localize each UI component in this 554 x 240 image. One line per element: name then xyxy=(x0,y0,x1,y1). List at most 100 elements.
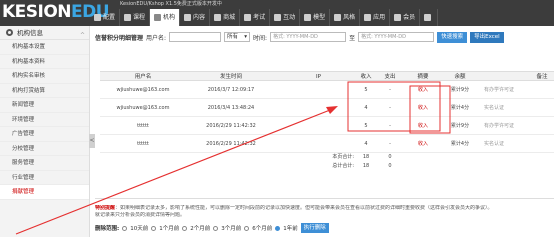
cart-icon xyxy=(214,14,222,21)
brush-icon xyxy=(334,14,342,21)
version-note: KesionEDU/Kshop X1.5免费正式版本开发中 xyxy=(120,1,222,7)
cell-username: tttttt xyxy=(137,141,149,147)
delete-range-label: 删除范围: xyxy=(95,226,120,232)
credit-detail-table: 用户名 发生时间 IP 收入 支出 摘要 余额 备注 wjiushuwe@163… xyxy=(100,71,554,171)
sidebar-item-6[interactable]: 广告管理 xyxy=(0,127,89,142)
end-date-input[interactable]: 格式: YYYY-MM-DD xyxy=(358,32,435,42)
cell-time: 2016/3/7 12:09:17 xyxy=(207,87,255,93)
nav-item-4[interactable]: 商城 xyxy=(210,9,241,26)
grand-total-expense: 0 xyxy=(388,163,392,169)
top-bar: KESIONEDU KesionEDU/Kshop X1.5免费正式版本开发中 … xyxy=(0,0,554,26)
cell-income: 5 xyxy=(364,87,368,93)
sidebar-item-0[interactable]: 机构基本设置 xyxy=(0,40,89,55)
username-input[interactable] xyxy=(169,32,222,42)
delete-range-radio[interactable] xyxy=(244,225,250,231)
delete-range-radio[interactable] xyxy=(122,225,128,231)
cell-time: 2016/2/29 11:42:32 xyxy=(206,141,256,147)
nav-item-2[interactable]: 机构 xyxy=(150,9,181,26)
cell-username: tttttt xyxy=(137,123,149,129)
cell-balance: 累计9分 xyxy=(450,123,470,129)
table-row: wjiushuwe@163.com 2016/3/7 12:09:17 5 - 收入 累计… xyxy=(100,81,554,99)
execute-delete-button[interactable]: 执行删除 xyxy=(300,223,329,233)
chat-icon xyxy=(274,14,282,21)
cell-balance: 累计4分 xyxy=(450,141,470,147)
sidebar-item-2[interactable]: 机构实名审核 xyxy=(0,69,89,84)
type-select[interactable]: 所有 ▾ xyxy=(224,32,251,42)
chevron-down-icon: ▾ xyxy=(244,34,248,40)
nav-item-label: 机构 xyxy=(163,14,176,21)
tip-body: ：如果明细表记录太多，影响了系统性能，可以删除一定时间段前的记录以加快速度。但可… xyxy=(115,205,493,211)
sidebar-item-7[interactable]: 分校管理 xyxy=(0,142,89,156)
cell-balance: 累计4分 xyxy=(450,105,470,111)
delete-range-radio[interactable] xyxy=(275,225,281,231)
cell-income: 5 xyxy=(364,123,368,129)
time-label: 时间: xyxy=(253,34,268,42)
bottom-panel: 特别提醒：如果明细表记录太多，影响了系统性能，可以删除一定时间段前的记录以加快速… xyxy=(95,198,554,237)
page-total-expense: 0 xyxy=(388,154,392,160)
table-header: 用户名 发生时间 IP 收入 支出 摘要 余额 备注 xyxy=(100,71,554,81)
filter-bar: 信誉积分明细管理 用户名: 所有 ▾ 时间: 格式: YYYY-MM-DD 至 格… xyxy=(95,30,554,44)
delete-range-radio[interactable] xyxy=(213,225,219,231)
grand-total-income: 18 xyxy=(362,163,370,169)
nav-item-label: 互动 xyxy=(283,14,296,21)
tip-text-2: 就记录来只分析会员的消费详情等问题。 xyxy=(95,212,186,218)
sidebar-item-10[interactable]: 捐献管理 xyxy=(0,185,89,200)
cell-expense: - xyxy=(389,87,391,93)
logo-text: KESION xyxy=(2,2,72,22)
doc-icon xyxy=(184,14,192,21)
nav-item-1[interactable]: 课程 xyxy=(120,9,151,26)
nav-item-3[interactable]: 内容 xyxy=(180,9,211,26)
grid-icon xyxy=(304,14,312,21)
delete-range-option-label: 1个月前 xyxy=(159,226,180,232)
nav-item-label: 模型 xyxy=(313,14,326,21)
cell-remark: 实名认证 xyxy=(484,141,505,147)
sidebar-item-4[interactable]: 新闻管理 xyxy=(0,98,89,113)
cell-income: 4 xyxy=(364,141,368,147)
cell-summary: 收入 xyxy=(417,141,428,147)
cell-expense: - xyxy=(389,141,391,147)
page-total-label: 本页合计: xyxy=(332,154,354,160)
sidebar-menu: 机构基本设置 机构基本资料 机构实名审核 机构打赏结算 新闻管理 环境管理 广告管理 分校管理… xyxy=(0,40,89,200)
sidebar: 机构信息 ^ 机构基本设置 机构基本资料 机构实名审核 机构打赏结算 新闻管理 环境管理广… xyxy=(0,26,90,237)
cell-balance: 累计9分 xyxy=(450,87,470,93)
tip-label: 特别提醒 xyxy=(95,205,116,211)
grand-total-label: 总计合计: xyxy=(332,163,354,169)
table-row: tttttt 2016/2/29 11:42:32 4 - 收入 累计4分 实名认证 xyxy=(100,135,554,153)
cell-remark: 有办学许可证 xyxy=(484,87,515,93)
collapse-icon[interactable]: ^ xyxy=(80,29,85,43)
nav-item-6[interactable]: 互动 xyxy=(270,9,301,26)
nav-item-5[interactable]: 考试 xyxy=(240,9,271,26)
sidebar-item-9[interactable]: 行业管理 xyxy=(0,171,89,185)
sidebar-item-3[interactable]: 机构打赏结算 xyxy=(0,84,89,98)
nav-item-0[interactable]: 配置 xyxy=(90,9,121,26)
sidebar-item-5[interactable]: 环境管理 xyxy=(0,113,89,127)
nav-item-label: 会员 xyxy=(403,14,416,21)
sidebar-header[interactable]: 机构信息 ^ xyxy=(0,26,89,40)
nav-item-10[interactable]: 会员 xyxy=(390,9,421,26)
grand-total-row: 总计合计: 18 0 xyxy=(100,162,554,171)
admin-page: KESIONEDU KesionEDU/Kshop X1.5免费正式版本开发中 … xyxy=(0,0,554,237)
gear-icon xyxy=(6,29,13,36)
sidebar-item-1[interactable]: 机构基本资料 xyxy=(0,55,89,69)
nav-item-label: 商城 xyxy=(223,14,236,21)
delete-range-radio[interactable] xyxy=(151,225,157,231)
more-icon xyxy=(424,14,432,21)
cell-summary: 收入 xyxy=(417,87,428,93)
export-button[interactable]: 导出Excel xyxy=(470,31,504,43)
nav-item-label: 内容 xyxy=(193,14,206,21)
delete-range-radio[interactable] xyxy=(182,225,188,231)
table-row: tttttt 2016/2/29 11:42:32 5 - 收入 累计9分 有办学许可证 xyxy=(100,117,554,135)
cell-expense: - xyxy=(389,123,391,129)
page-total-income: 18 xyxy=(362,154,370,160)
tip-text: 特别提醒：如果明细表记录太多，影响了系统性能，可以删除一定时间段前的记录以加快速… xyxy=(95,205,554,212)
nav-item-7[interactable]: 模型 xyxy=(300,9,331,26)
nav-item-9[interactable]: 应用 xyxy=(360,9,391,26)
nav-item-11[interactable] xyxy=(420,9,439,26)
sidebar-title: 机构信息 xyxy=(17,28,43,37)
sidebar-toggle-icon[interactable]: < xyxy=(89,134,95,148)
sidebar-item-8[interactable]: 服务管理 xyxy=(0,156,89,171)
start-date-input[interactable]: 格式: YYYY-MM-DD xyxy=(270,32,347,42)
nav-item-8[interactable]: 风格 xyxy=(330,9,361,26)
search-button[interactable]: 快速搜索 xyxy=(437,31,468,43)
cell-remark: 实名认证 xyxy=(484,105,505,111)
